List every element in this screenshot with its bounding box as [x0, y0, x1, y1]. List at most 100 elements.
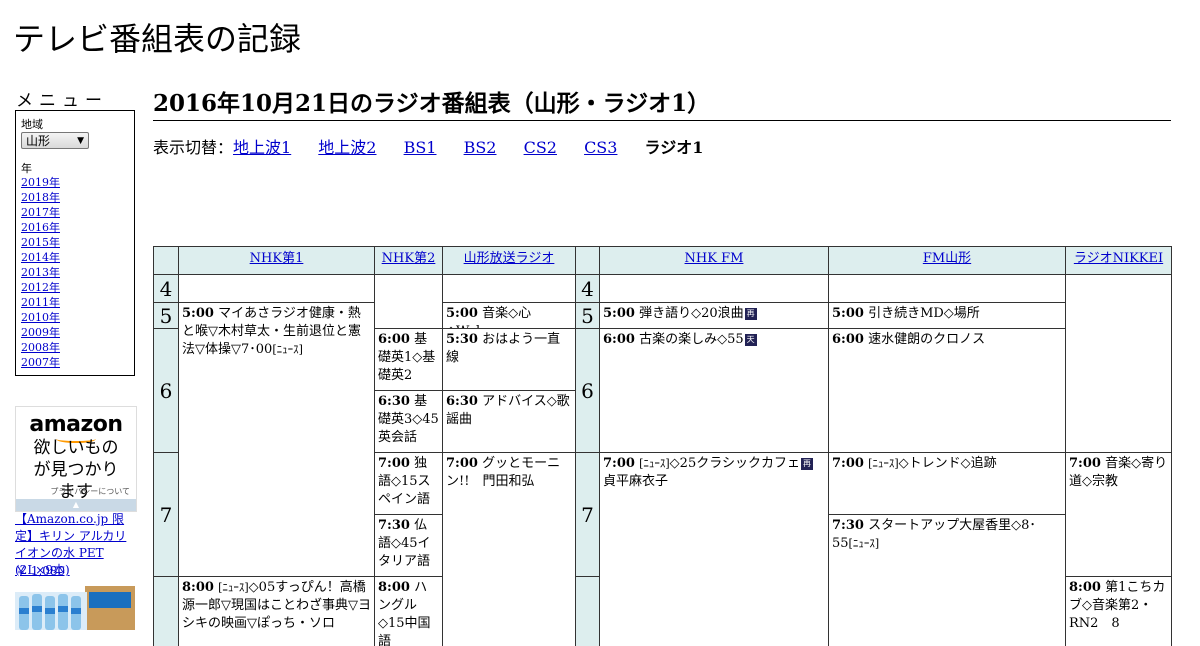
program-cell-empty: [1065, 274, 1172, 453]
program-cell[interactable]: 6:30 基礎英3◇45英会話: [374, 390, 443, 453]
product-price: ￥ 1,080: [15, 564, 66, 578]
program-cell[interactable]: 6:00 速水健朗のクロノス: [828, 328, 1066, 453]
switch-radio1-current: ラジオ1: [644, 138, 704, 157]
switch-cs3[interactable]: CS3: [584, 138, 617, 157]
year-list: 2019年 2018年 2017年 2016年 2015年 2014年 2013…: [21, 175, 60, 370]
program-cell[interactable]: 7:00 音楽◇寄り道◇宗教: [1065, 452, 1172, 577]
channel-link-nhk2[interactable]: NHK第2: [382, 251, 436, 266]
program-cell[interactable]: 7:30 仏語◇45イタリア語: [374, 514, 443, 577]
program-cell[interactable]: 8:00 [ﾆｭｰｽ]◇05すっぴん！高橋源一郎▽現国はことわざ事典▽ヨシキの映…: [178, 576, 375, 646]
program-title: ◇25クラシックカフェ: [669, 456, 800, 471]
channel-link-nhkfm[interactable]: NHK FM: [685, 251, 744, 266]
rerun-icon: 再: [800, 457, 813, 470]
program-cell[interactable]: 7:00 グッとモーニン!! 門田和弘: [442, 452, 576, 646]
channel-link-nikkei[interactable]: ラジオNIKKEI: [1074, 251, 1163, 266]
program-title: 引き続きMD◇場所: [868, 306, 980, 321]
program-title: 弾き語り◇20浪曲: [639, 306, 744, 321]
program-time: 7:30: [832, 518, 864, 533]
hour-label: 7: [153, 452, 179, 577]
program-cell[interactable]: 7:00 [ﾆｭｰｽ]◇トレンド◇追跡: [828, 452, 1066, 515]
year-link-2014[interactable]: 2014年: [21, 251, 60, 264]
program-cell-empty: [599, 274, 829, 303]
hour-label: 4: [153, 274, 179, 303]
program-time: 8:00: [182, 580, 214, 595]
hour-label: 6: [153, 328, 179, 453]
hour-label: 4: [575, 274, 600, 303]
channel-header-nhk2: NHK第2: [374, 246, 443, 275]
program-cell[interactable]: 6:00 基礎英1◇基礎英2: [374, 328, 443, 391]
channel-link-nhk1[interactable]: NHK第1: [250, 251, 304, 266]
program-cell[interactable]: 8:00 第1こちカブ◇音楽第2・RN2 8: [1065, 576, 1172, 646]
year-link-2011[interactable]: 2011年: [21, 296, 60, 309]
program-cell[interactable]: 7:00 [ﾆｭｰｽ]◇25クラシックカフェ 再貞平麻衣子: [599, 452, 829, 646]
program-time: 7:30: [378, 518, 410, 533]
program-time: 6:00: [603, 332, 635, 347]
weather-icon: 天: [744, 333, 757, 346]
program-tag: [ﾆｭｰｽ]: [218, 581, 249, 594]
program-cell[interactable]: 6:30 アドバイス◇歌謡曲: [442, 390, 576, 453]
year-link-2017[interactable]: 2017年: [21, 206, 60, 219]
program-cell[interactable]: 5:00 音楽◇心◇Wake: [442, 302, 576, 329]
program-time: 7:00: [1069, 456, 1101, 471]
grid-corner: [153, 246, 179, 275]
hour-label: 7: [575, 452, 600, 577]
year-link-2016[interactable]: 2016年: [21, 221, 60, 234]
switch-cs2[interactable]: CS2: [524, 138, 557, 157]
program-cell[interactable]: 5:00 マイあさラジオ健康・熱と喉▽木村草太・生前退位と憲法▽体操▽7･00[…: [178, 302, 375, 577]
ad-privacy-link[interactable]: プライバシーについて: [50, 486, 130, 497]
product-image[interactable]: [15, 582, 135, 630]
switch-bs2[interactable]: BS2: [464, 138, 497, 157]
program-cell-empty: [374, 274, 443, 329]
program-cell[interactable]: 7:30 スタートアップ大屋香里◇8･55[ﾆｭｰｽ]: [828, 514, 1066, 646]
year-link-2019[interactable]: 2019年: [21, 176, 60, 189]
year-link-2008[interactable]: 2008年: [21, 341, 60, 354]
program-title-cont: 貞平麻衣子: [603, 474, 669, 489]
program-time: 5:00: [446, 306, 478, 321]
menu-title: メニュー: [16, 91, 108, 111]
channel-link-fmyamagata[interactable]: FM山形: [923, 251, 971, 266]
switcher-label: 表示切替：: [153, 138, 234, 157]
region-select[interactable]: 山形 ▼: [21, 132, 89, 149]
program-cell[interactable]: 7:00 独語◇15スペイン語: [374, 452, 443, 515]
year-link-2018[interactable]: 2018年: [21, 191, 60, 204]
program-title: 古楽の楽しみ◇55: [639, 332, 744, 347]
year-link-2015[interactable]: 2015年: [21, 236, 60, 249]
channel-link-ybc[interactable]: 山形放送ラジオ: [464, 251, 555, 266]
program-cell-empty: [178, 274, 375, 303]
hour-label: 5: [575, 302, 600, 329]
hour-label-next: [153, 576, 179, 646]
program-tag: [ﾆｭｰｽ]: [868, 457, 899, 470]
hour-label-next: [575, 576, 600, 646]
program-time: 7:00: [378, 456, 410, 471]
program-title: ◇トレンド◇追跡: [898, 456, 997, 471]
year-link-2012[interactable]: 2012年: [21, 281, 60, 294]
year-link-2007[interactable]: 2007年: [21, 356, 60, 369]
program-cell[interactable]: 6:00 古楽の楽しみ◇55 天: [599, 328, 829, 453]
region-label: 地域: [21, 118, 43, 131]
program-time: 6:30: [378, 394, 410, 409]
menu-box: 地域 山形 ▼ 年 2019年 2018年 2017年 2016年 2015年 …: [15, 110, 135, 376]
ad-collapse-bar[interactable]: ▲: [16, 499, 136, 511]
program-cell[interactable]: 5:00 引き続きMD◇場所: [828, 302, 1066, 329]
program-time: 6:30: [446, 394, 478, 409]
amazon-logo: amazon: [29, 412, 123, 437]
switch-bs1[interactable]: BS1: [404, 138, 437, 157]
program-cell[interactable]: 5:00 弾き語り◇20浪曲再: [599, 302, 829, 329]
site-title: テレビ番組表の記録: [13, 20, 302, 58]
year-link-2013[interactable]: 2013年: [21, 266, 60, 279]
program-cell[interactable]: 8:00 ハングル◇15中国語: [374, 576, 443, 646]
page-heading: 2016年10月21日のラジオ番組表（山形・ラジオ1）: [153, 84, 1171, 121]
channel-header-fmyamagata: FM山形: [828, 246, 1066, 275]
program-tag: [ﾆｭｰｽ]: [639, 457, 670, 470]
program-cell[interactable]: 5:30 おはよう一直線: [442, 328, 576, 391]
year-link-2010[interactable]: 2010年: [21, 311, 60, 324]
water-bottles-image: [15, 586, 135, 630]
program-time: 7:00: [446, 456, 478, 471]
channel-header-nhkfm: NHK FM: [599, 246, 829, 275]
year-label: 年: [21, 162, 32, 175]
year-link-2009[interactable]: 2009年: [21, 326, 60, 339]
switch-terrestrial1[interactable]: 地上波1: [233, 138, 291, 157]
amazon-ad-banner[interactable]: amazon 欲しいものが見つかります プライバシーについて ▲: [15, 406, 137, 512]
grid-corner-2: [575, 246, 600, 275]
switch-terrestrial2[interactable]: 地上波2: [318, 138, 376, 157]
